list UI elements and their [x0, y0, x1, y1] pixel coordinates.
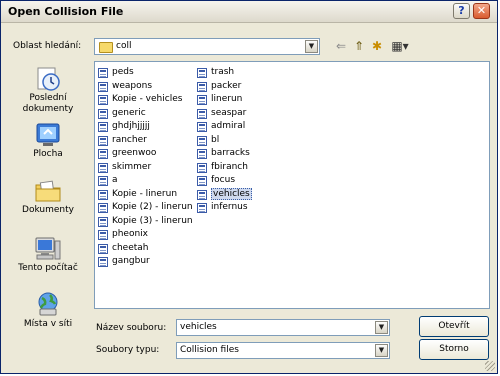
resize-grip[interactable]: [485, 361, 495, 371]
file-icon: [98, 230, 108, 240]
lookin-label: Oblast hledání:: [13, 41, 82, 51]
file-icon: [197, 203, 207, 213]
file-icon: [98, 122, 108, 132]
back-icon[interactable]: ⇐: [334, 39, 348, 53]
desktop-icon: [34, 121, 62, 149]
open-file-dialog: Open Collision File ? ✕ Oblast hledání: …: [0, 0, 498, 374]
list-item[interactable]: Kopie (3) - linerun: [98, 215, 193, 229]
views-menu-icon[interactable]: ▦▾: [389, 39, 411, 53]
place-desktop[interactable]: Plocha: [9, 121, 87, 160]
file-icon: [98, 68, 108, 78]
place-recent[interactable]: Poslední dokumenty: [9, 65, 87, 115]
place-label: Poslední dokumenty: [22, 93, 74, 114]
file-icon: [197, 81, 207, 92]
place-label: Plocha: [33, 149, 63, 159]
file-icon: [98, 162, 108, 173]
list-item[interactable]: admiral: [197, 120, 252, 134]
file-icon: [98, 203, 108, 213]
filetype-label: Soubory typu:: [96, 345, 160, 355]
list-item[interactable]: rancher: [98, 134, 193, 148]
places-bar: Poslední dokumenty Plocha Dokumenty Tent…: [9, 63, 87, 353]
list-item[interactable]: barracks: [197, 147, 252, 161]
place-documents[interactable]: Dokumenty: [9, 177, 87, 216]
cancel-button[interactable]: Storno: [419, 339, 489, 360]
file-icon: [98, 257, 108, 267]
up-folder-icon[interactable]: ⇑: [352, 39, 366, 53]
list-item[interactable]: Kopie - vehicles: [98, 93, 193, 107]
lookin-dropdown[interactable]: coll ▼: [94, 38, 320, 55]
file-icon: [98, 108, 108, 119]
file-icon: [197, 95, 207, 105]
list-item[interactable]: focus: [197, 174, 252, 188]
list-item[interactable]: a: [98, 174, 193, 188]
open-button[interactable]: Otevřít: [419, 316, 489, 337]
new-folder-icon[interactable]: ✱: [370, 39, 384, 53]
help-button[interactable]: ?: [453, 3, 470, 19]
recent-documents-icon: [34, 65, 62, 93]
chevron-down-icon[interactable]: ▼: [305, 40, 318, 53]
list-item[interactable]: fbiranch: [197, 161, 252, 175]
my-computer-icon: [34, 235, 62, 263]
file-icon: [197, 176, 207, 186]
list-item[interactable]: linerun: [197, 93, 252, 107]
list-item[interactable]: seaspar: [197, 107, 252, 121]
list-item[interactable]: cheetah: [98, 242, 193, 256]
list-item[interactable]: skimmer: [98, 161, 193, 175]
file-icon: [197, 122, 207, 132]
list-item[interactable]: peds: [98, 66, 193, 80]
file-column-1: peds weapons Kopie - vehicles generic gh…: [98, 66, 193, 269]
place-computer[interactable]: Tento počítač: [9, 235, 87, 274]
file-icon: [98, 216, 108, 227]
filetype-value: Collision files: [180, 345, 239, 355]
place-label: Dokumenty: [22, 205, 74, 215]
file-icon: [197, 68, 207, 78]
file-icon: [197, 108, 207, 119]
list-item[interactable]: packer: [197, 80, 252, 94]
file-icon: [98, 176, 108, 186]
chevron-down-icon[interactable]: ▼: [375, 321, 388, 334]
file-icon: [197, 189, 207, 200]
list-item[interactable]: greenwoo: [98, 147, 193, 161]
list-item[interactable]: pheonix: [98, 228, 193, 242]
list-item[interactable]: ghdjhjjjjj: [98, 120, 193, 134]
lookin-value: coll: [116, 41, 132, 51]
list-item[interactable]: weapons: [98, 80, 193, 94]
title-bar[interactable]: Open Collision File ? ✕: [1, 1, 497, 23]
close-button[interactable]: ✕: [473, 3, 490, 19]
place-network[interactable]: Místa v síti: [9, 291, 87, 330]
list-item[interactable]: trash: [197, 66, 252, 80]
list-item[interactable]: infernus: [197, 201, 252, 215]
file-icon: [98, 149, 108, 159]
filename-field[interactable]: vehicles ▼: [176, 319, 390, 336]
list-item[interactable]: Kopie (2) - linerun: [98, 201, 193, 215]
my-documents-icon: [34, 177, 62, 205]
filename-value: vehicles: [180, 322, 217, 332]
network-places-icon: [34, 291, 62, 319]
filetype-select[interactable]: Collision files ▼: [176, 342, 390, 359]
folder-icon: [99, 42, 113, 53]
list-item[interactable]: gangbur: [98, 255, 193, 269]
file-icon: [197, 149, 207, 159]
file-column-2: trash packer linerun seaspar admiral bl …: [197, 66, 252, 215]
file-icon: [98, 95, 108, 105]
file-icon: [197, 135, 207, 146]
window-title: Open Collision File: [8, 5, 124, 18]
file-icon: [197, 162, 207, 173]
file-list[interactable]: peds weapons Kopie - vehicles generic gh…: [94, 61, 490, 309]
list-item[interactable]: generic: [98, 107, 193, 121]
chevron-down-icon[interactable]: ▼: [375, 344, 388, 357]
file-icon: [98, 135, 108, 146]
list-item[interactable]: bl: [197, 134, 252, 148]
filename-label: Název souboru:: [96, 323, 167, 333]
file-icon: [98, 189, 108, 200]
list-item-selected[interactable]: vehicles: [197, 187, 252, 202]
place-label: Tento počítač: [18, 263, 78, 273]
file-icon: [98, 243, 108, 254]
place-label: Místa v síti: [23, 319, 73, 329]
list-item[interactable]: Kopie - linerun: [98, 188, 193, 202]
file-icon: [98, 81, 108, 92]
